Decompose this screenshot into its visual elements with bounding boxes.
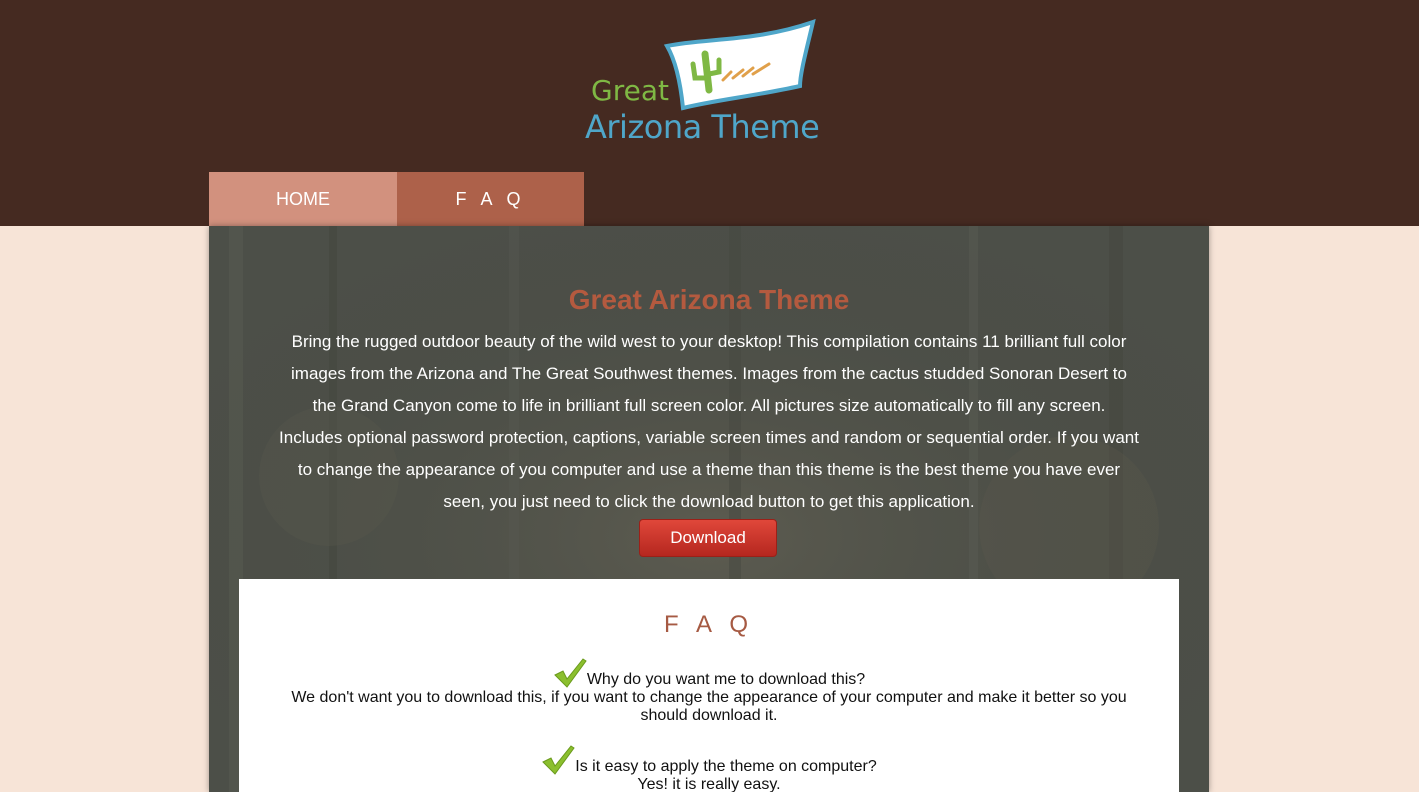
checkmark-icon: [542, 745, 575, 775]
faq-title: F A Q: [663, 611, 755, 638]
logo-text-arizona: Arizona Theme: [585, 108, 820, 146]
checkmark-icon: [553, 658, 587, 688]
hero-description: Bring the rugged outdoor beauty of the w…: [279, 332, 1139, 511]
faq-section: F A Q Why do you want me to download thi…: [239, 579, 1179, 792]
faq-item: Why do you want me to download this? We …: [239, 657, 1179, 725]
logo-text-great: Great: [591, 74, 669, 107]
faq-question: Is it easy to apply the theme on compute…: [575, 758, 877, 775]
main-content: Great Arizona Theme Bring the rugged out…: [209, 226, 1209, 792]
faq-item: Is it easy to apply the theme on compute…: [239, 744, 1179, 792]
faq-answer: Yes! it is really easy.: [637, 776, 781, 792]
main-nav: HOME F A Q: [209, 172, 584, 226]
nav-home[interactable]: HOME: [209, 172, 397, 226]
hero-title: Great Arizona Theme: [568, 284, 850, 315]
site-logo[interactable]: Great Arizona Theme: [585, 18, 845, 148]
faq-question: Why do you want me to download this?: [586, 671, 866, 688]
site-header: Great Arizona Theme HOME F A Q: [0, 0, 1419, 226]
faq-answer: We don't want you to download this, if y…: [291, 689, 1127, 724]
download-button[interactable]: Download: [639, 519, 777, 557]
nav-faq[interactable]: F A Q: [397, 172, 584, 226]
